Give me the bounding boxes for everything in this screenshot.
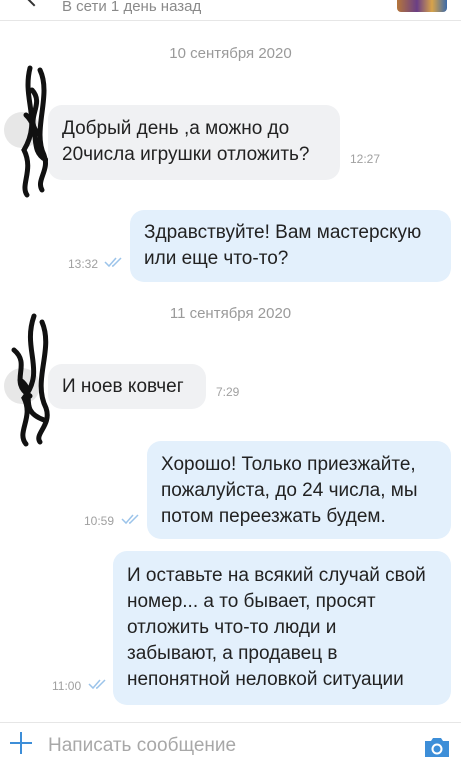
chat-header: В сети 1 день назад xyxy=(0,0,461,21)
double-check-icon xyxy=(104,257,122,268)
back-arrow-icon[interactable] xyxy=(25,0,43,7)
message-text: 20числа игрушки отложить? xyxy=(62,144,310,165)
message-text: И ноев ковчег xyxy=(62,376,184,397)
message-time: 7:29 xyxy=(216,385,240,399)
message-time: 11:00 xyxy=(52,679,82,693)
message-time: 10:59 xyxy=(84,514,115,528)
camera-icon[interactable] xyxy=(423,735,451,759)
message-text: Добрый день ,а можно до xyxy=(62,118,290,139)
message-text: забывают, а продавец в xyxy=(127,643,338,664)
message-text: или еще что-то? xyxy=(144,248,289,269)
message-text: пожалуйста, до 24 числа, мы xyxy=(161,480,418,501)
message-input[interactable]: Написать сообщение xyxy=(48,735,236,757)
message-text: И оставьте на всякий случай свой xyxy=(127,565,426,586)
message-bubble-outgoing[interactable]: Хорошо! Только приезжайте, пожалуйста, д… xyxy=(147,441,451,539)
message-bubble-outgoing[interactable]: И оставьте на всякий случай свой номер..… xyxy=(113,551,451,705)
message-bubble-incoming[interactable]: Добрый день ,а можно до 20числа игрушки … xyxy=(48,105,340,180)
message-text: непонятной неловкой ситуации xyxy=(127,669,404,690)
contact-avatar[interactable] xyxy=(397,0,447,12)
message-text: Хорошо! Только приезжайте, xyxy=(161,454,416,475)
message-text: номер... а то бывает, просят xyxy=(127,591,376,612)
double-check-icon xyxy=(121,514,139,525)
message-time: 12:27 xyxy=(350,152,381,166)
online-status: В сети 1 день назад xyxy=(62,0,202,15)
date-separator: 10 сентября 2020 xyxy=(169,45,292,62)
message-text: Здравствуйте! Вам мастерскую xyxy=(144,222,422,243)
plus-icon[interactable] xyxy=(8,730,34,756)
message-text: потом переезжать будем. xyxy=(161,506,386,527)
message-text: отложить что-то люди и xyxy=(127,617,337,638)
date-separator: 11 сентября 2020 xyxy=(169,305,292,322)
message-composer: Написать сообщение xyxy=(0,722,461,771)
double-check-icon xyxy=(88,679,106,690)
message-bubble-incoming[interactable]: И ноев ковчег xyxy=(48,364,206,409)
message-time: 13:32 xyxy=(68,257,99,271)
message-bubble-outgoing[interactable]: Здравствуйте! Вам мастерскую или еще что… xyxy=(130,210,451,282)
